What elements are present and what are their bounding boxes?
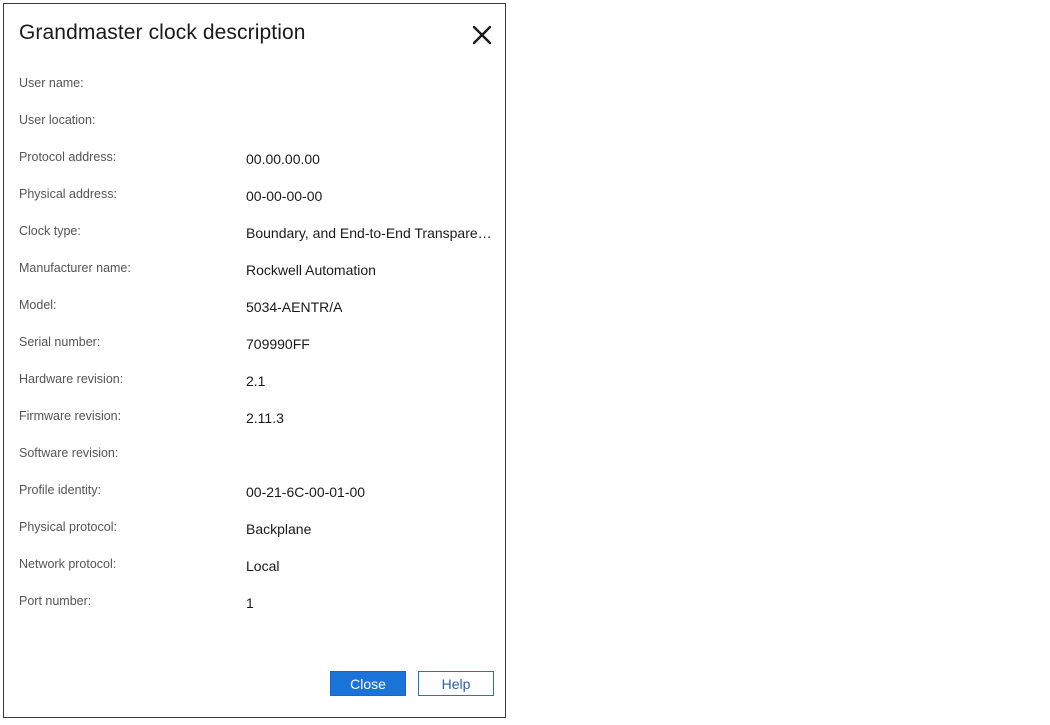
- label-serial-number: Serial number:: [19, 335, 101, 349]
- value-profile-identity: 00-21-6C-00-01-00: [246, 484, 366, 500]
- close-button[interactable]: Close: [330, 671, 406, 696]
- row-hardware-revision: Hardware revision: 2.1: [19, 364, 499, 401]
- row-model: Model: 5034-AENTR/A: [19, 290, 499, 327]
- label-model: Model:: [19, 298, 57, 312]
- row-serial-number: Serial number: 709990FF: [19, 327, 499, 364]
- row-user-name: User name:: [19, 68, 499, 105]
- value-firmware-revision: 2.11.3: [246, 410, 284, 426]
- label-protocol-address: Protocol address:: [19, 150, 117, 164]
- label-user-name: User name:: [19, 76, 84, 90]
- label-firmware-revision: Firmware revision:: [19, 409, 122, 423]
- label-hardware-revision: Hardware revision:: [19, 372, 124, 386]
- label-network-protocol: Network protocol:: [19, 557, 117, 571]
- label-manufacturer-name: Manufacturer name:: [19, 261, 131, 275]
- row-port-number: Port number: 1: [19, 586, 499, 623]
- label-physical-protocol: Physical protocol:: [19, 520, 117, 534]
- row-manufacturer-name: Manufacturer name: Rockwell Automation: [19, 253, 499, 290]
- value-protocol-address: 00.00.00.00: [246, 151, 320, 167]
- label-profile-identity: Profile identity:: [19, 483, 101, 497]
- dialog-title: Grandmaster clock description: [19, 21, 306, 44]
- value-network-protocol: Local: [246, 558, 280, 574]
- row-software-revision: Software revision:: [19, 438, 499, 475]
- value-model: 5034-AENTR/A: [246, 299, 343, 315]
- row-profile-identity: Profile identity: 00-21-6C-00-01-00: [19, 475, 499, 512]
- value-physical-address: 00-00-00-00: [246, 188, 323, 204]
- help-button[interactable]: Help: [418, 671, 494, 696]
- label-clock-type: Clock type:: [19, 224, 81, 238]
- label-software-revision: Software revision:: [19, 446, 119, 460]
- label-port-number: Port number:: [19, 594, 92, 608]
- row-user-location: User location:: [19, 105, 499, 142]
- grandmaster-clock-dialog: Grandmaster clock description User name:…: [3, 3, 506, 718]
- value-physical-protocol: Backplane: [246, 521, 312, 537]
- value-port-number: 1: [246, 595, 254, 611]
- value-hardware-revision: 2.1: [246, 373, 266, 389]
- label-user-location: User location:: [19, 113, 96, 127]
- close-icon[interactable]: [468, 21, 496, 49]
- row-clock-type: Clock type: Boundary, and End-to-End Tra…: [19, 216, 499, 253]
- value-serial-number: 709990FF: [246, 336, 310, 352]
- row-firmware-revision: Firmware revision: 2.11.3: [19, 401, 499, 438]
- label-physical-address: Physical address:: [19, 187, 117, 201]
- value-manufacturer-name: Rockwell Automation: [246, 262, 376, 278]
- row-physical-address: Physical address: 00-00-00-00: [19, 179, 499, 216]
- property-list: User name: User location: Protocol addre…: [19, 68, 499, 623]
- value-clock-type: Boundary, and End-to-End Transpare…: [246, 225, 492, 241]
- row-physical-protocol: Physical protocol: Backplane: [19, 512, 499, 549]
- row-network-protocol: Network protocol: Local: [19, 549, 499, 586]
- row-protocol-address: Protocol address: 00.00.00.00: [19, 142, 499, 179]
